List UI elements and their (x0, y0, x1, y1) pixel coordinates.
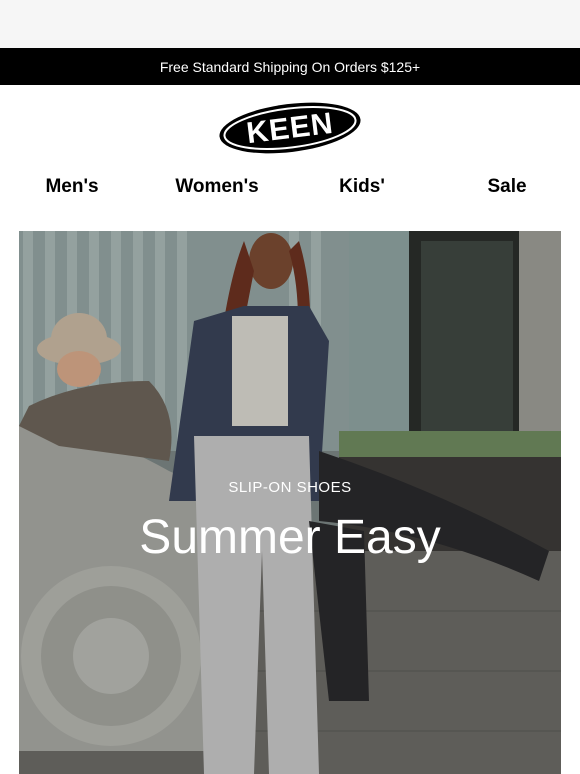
nav-item-sale[interactable]: Sale (487, 176, 526, 198)
hero-title: Summer Easy (139, 511, 441, 564)
promo-banner[interactable]: Free Standard Shipping On Orders $125+ (0, 48, 580, 85)
keen-logo-graphic: KEEN (219, 102, 361, 154)
top-spacer (0, 0, 580, 48)
main-nav: Men's Women's Kids' Sale (0, 176, 580, 206)
nav-item-kids[interactable]: Kids' (339, 176, 385, 198)
keen-logo[interactable]: KEEN (216, 98, 364, 164)
nav-item-mens[interactable]: Men's (45, 176, 98, 198)
header-logo-area: KEEN (0, 98, 580, 164)
promo-text: Free Standard Shipping On Orders $125+ (159, 58, 421, 75)
hero-eyebrow: SLIP-ON SHOES (228, 479, 352, 496)
nav-item-womens[interactable]: Women's (175, 176, 258, 198)
hero-photo (19, 231, 561, 774)
hero-banner[interactable]: SLIP-ON SHOES Summer Easy (19, 231, 561, 774)
